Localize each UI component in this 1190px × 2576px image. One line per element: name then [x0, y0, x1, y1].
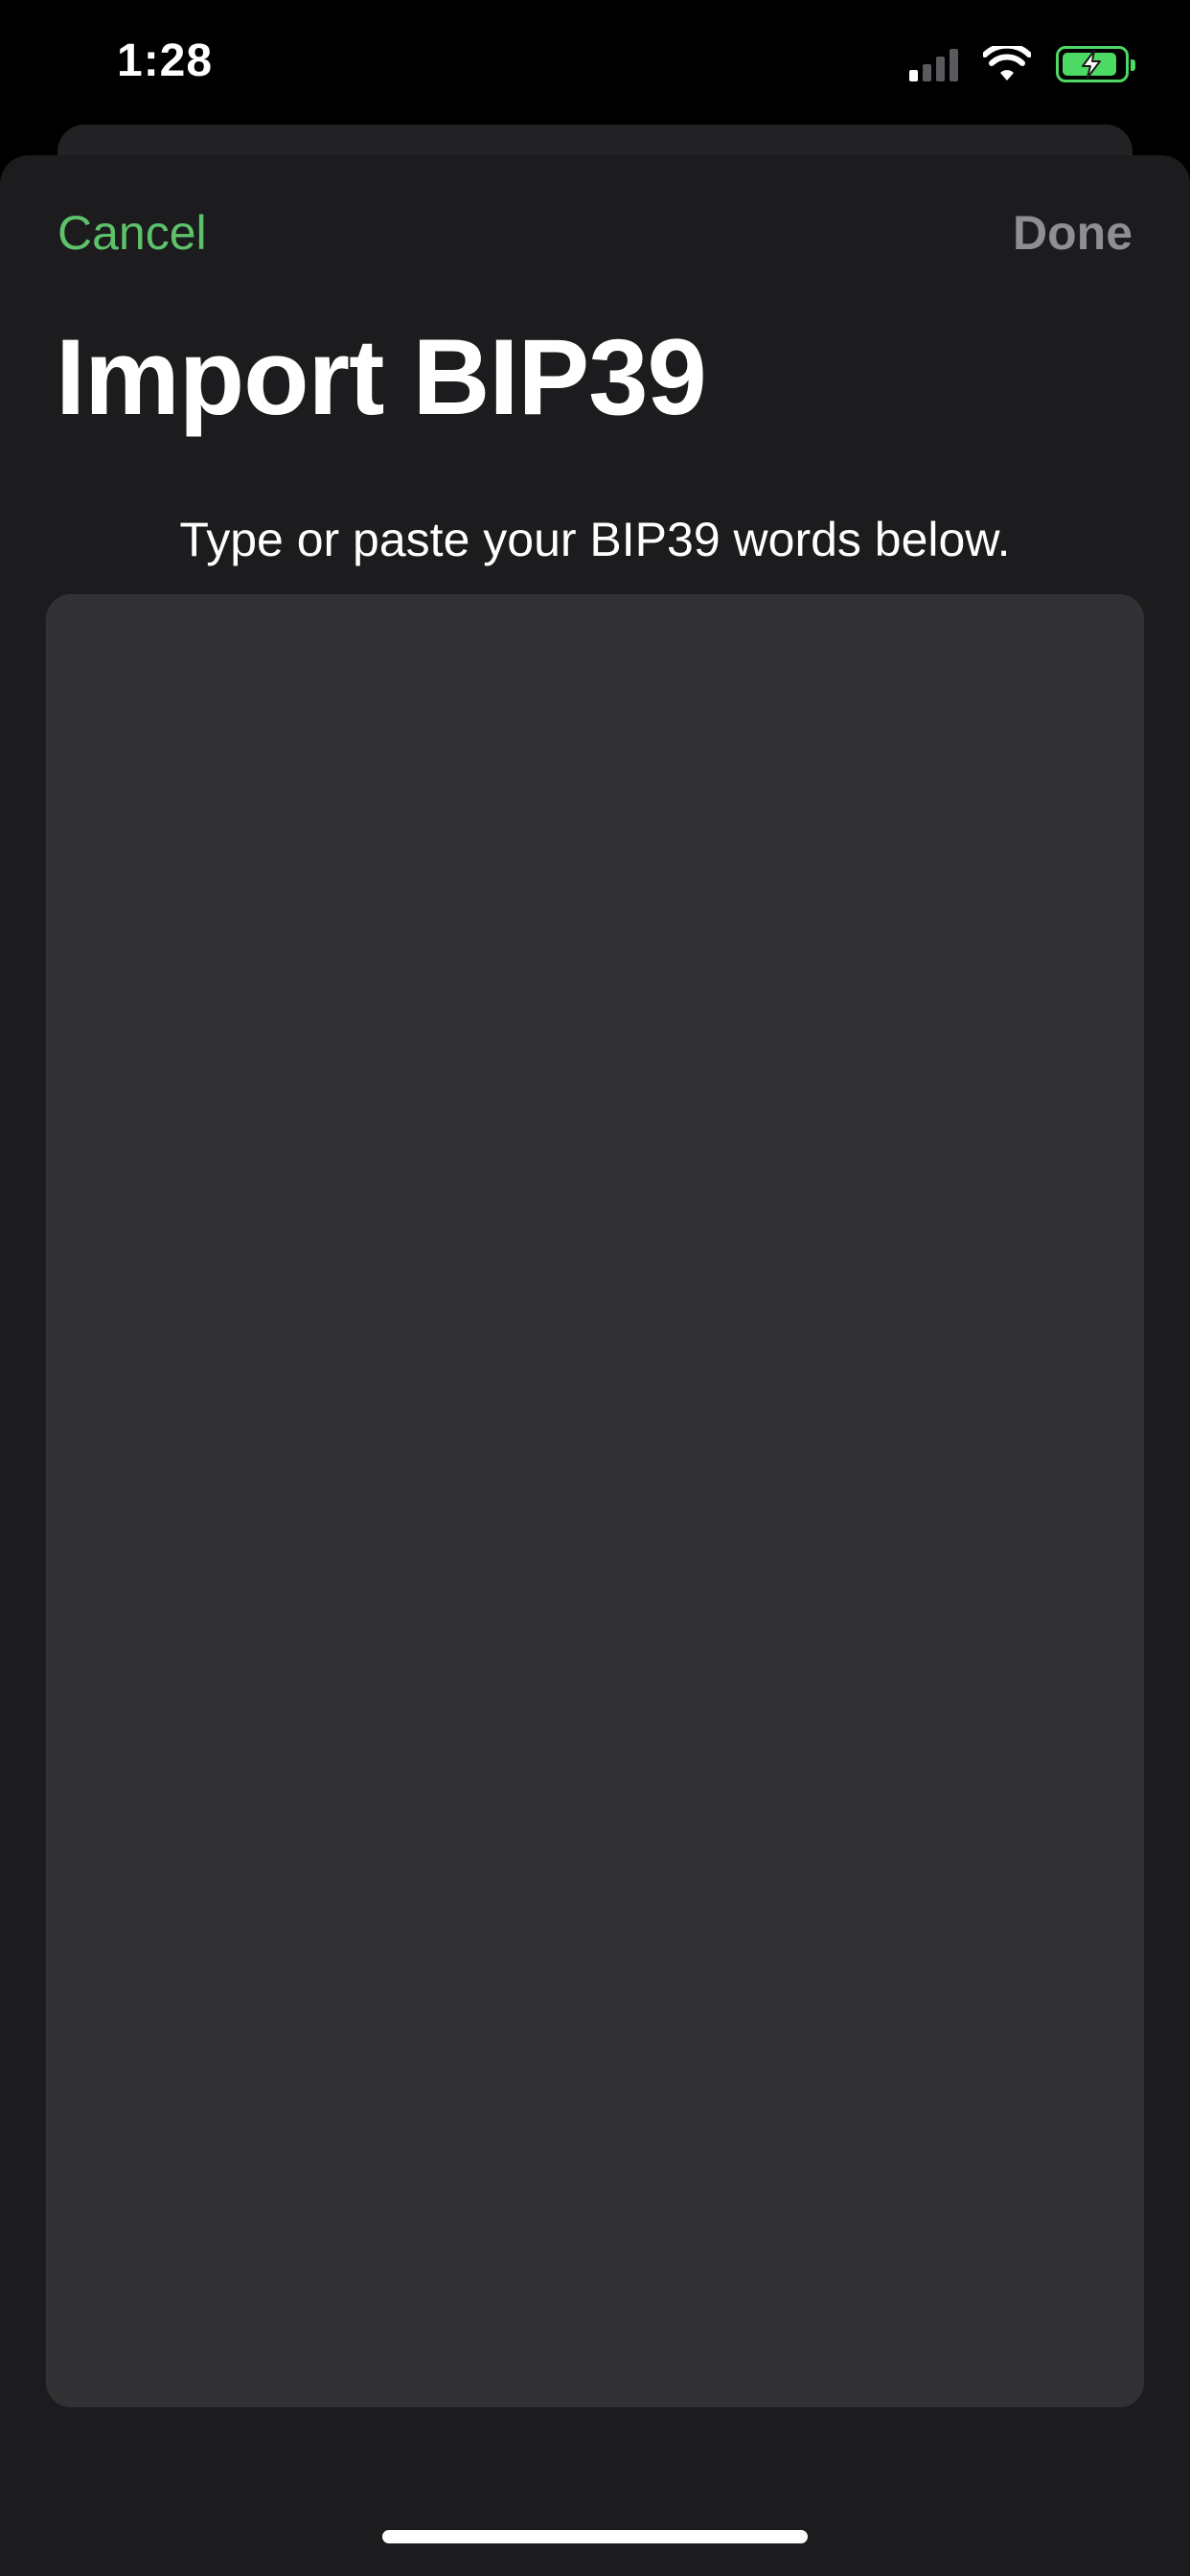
import-sheet: Cancel Done Import BIP39 Type or paste y…: [0, 155, 1190, 2576]
status-bar: 1:28: [0, 0, 1190, 125]
status-time: 1:28: [117, 35, 214, 86]
signal-icon: [909, 47, 958, 81]
status-icons: [909, 42, 1135, 86]
bip39-words-input[interactable]: [46, 594, 1144, 2407]
page-title: Import BIP39: [56, 317, 707, 437]
done-button[interactable]: Done: [1013, 205, 1133, 261]
instruction-text: Type or paste your BIP39 words below.: [179, 513, 1011, 566]
battery-charging-icon: [1056, 46, 1135, 82]
home-indicator[interactable]: [382, 2530, 808, 2543]
cancel-button[interactable]: Cancel: [57, 205, 207, 261]
wifi-icon: [983, 46, 1031, 80]
